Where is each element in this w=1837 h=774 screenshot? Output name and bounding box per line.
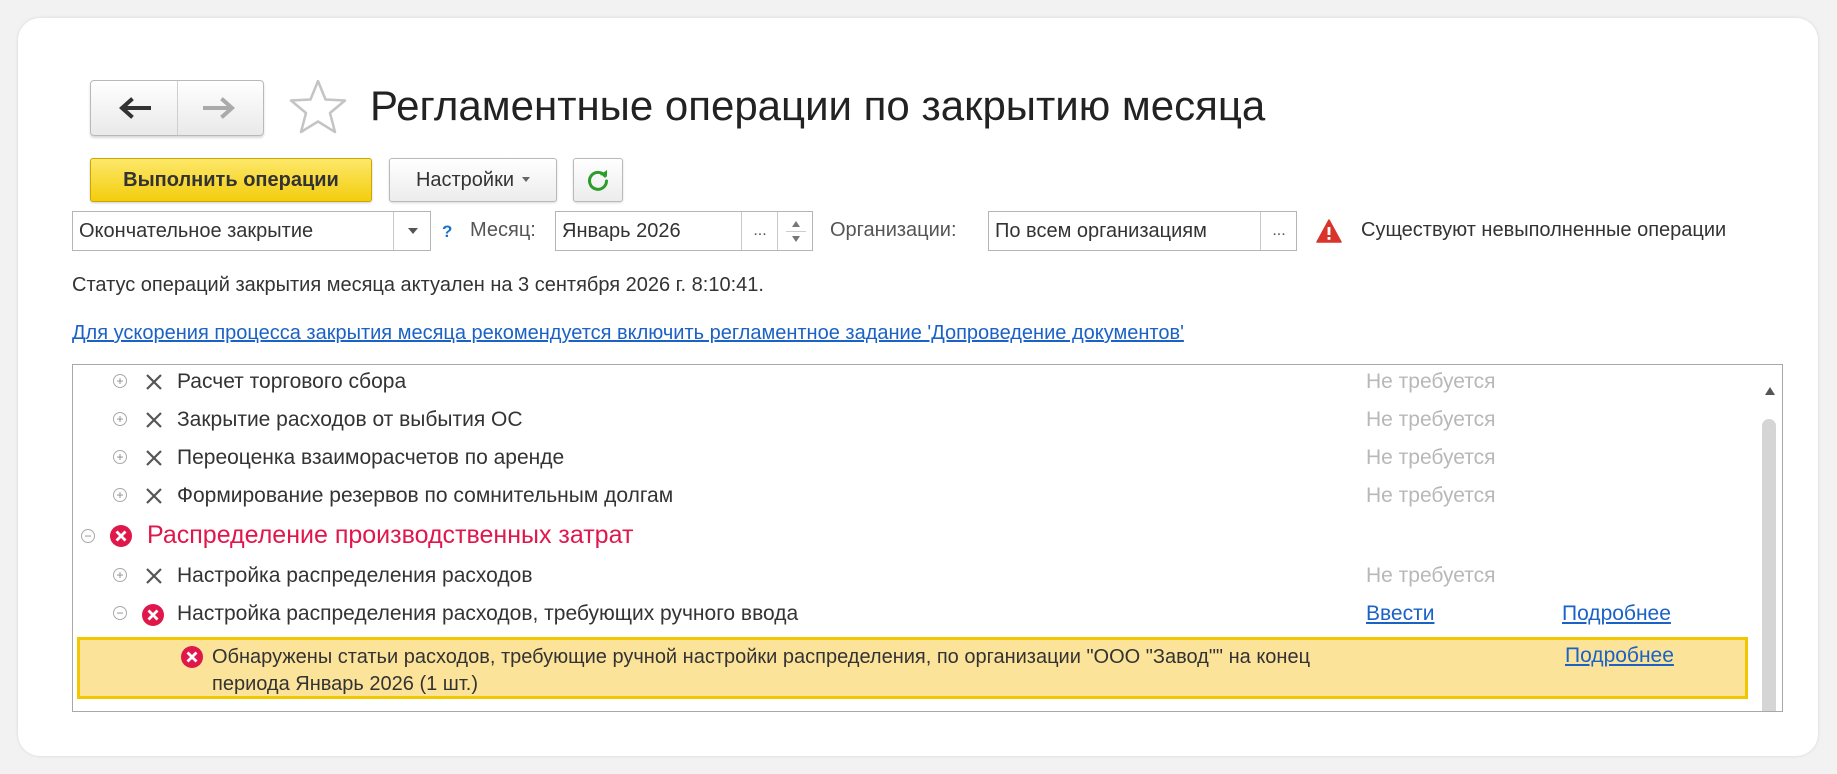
month-value: Январь 2026 <box>562 219 681 242</box>
operation-name: Расчет торгового сбора <box>177 370 407 393</box>
operations-tree[interactable]: + Расчет торгового сбора Не требуется + … <box>72 364 1783 712</box>
error-icon <box>110 525 132 547</box>
back-arrow-icon <box>118 97 151 119</box>
star-icon[interactable] <box>288 78 348 136</box>
expand-icon[interactable]: + <box>113 374 127 388</box>
stepper-divider <box>785 230 806 232</box>
enter-link[interactable]: Ввести <box>1366 602 1434 626</box>
closing-mode-select[interactable]: Окончательное закрытие <box>72 211 431 251</box>
operation-state: Не требуется <box>1366 484 1496 507</box>
operation-state: Не требуется <box>1366 564 1496 587</box>
operation-name: Настройка распределения расходов <box>177 564 533 587</box>
operation-name: Настройка распределения расходов, требую… <box>177 602 799 625</box>
operation-name: Закрытие расходов от выбытия ОС <box>177 408 523 431</box>
help-icon[interactable]: ? <box>442 222 452 242</box>
tree-row[interactable]: − Настройка распределения расходов, треб… <box>73 597 1753 635</box>
warning-icon <box>1316 219 1342 243</box>
collapse-icon[interactable]: − <box>113 606 127 620</box>
window: Регламентные операции по закрытию месяца… <box>18 18 1818 756</box>
details-link[interactable]: Подробнее <box>1565 644 1674 668</box>
chevron-down-icon <box>407 228 418 234</box>
group-title: Распределение производственных затрат <box>147 521 634 549</box>
closing-mode-dropdown-button[interactable] <box>393 212 431 250</box>
tree-row[interactable]: + Настройка распределения расходов Не тр… <box>73 559 1753 597</box>
settings-button[interactable]: Настройки <box>389 158 557 202</box>
tree-row[interactable]: + Переоценка взаиморасчетов по аренде Не… <box>73 441 1753 479</box>
collapse-icon[interactable]: − <box>81 529 95 543</box>
month-input[interactable]: Январь 2026 ... <box>555 211 813 251</box>
nav-buttons <box>90 80 264 136</box>
month-select-button[interactable]: ... <box>741 212 778 250</box>
scheduled-task-hint-link[interactable]: Для ускорения процесса закрытия месяца р… <box>72 322 1184 345</box>
operation-name: Переоценка взаиморасчетов по аренде <box>177 446 565 469</box>
operation-state: Не требуется <box>1366 408 1496 431</box>
expand-icon[interactable]: + <box>113 488 127 502</box>
month-label: Месяц: <box>470 219 536 241</box>
x-icon <box>146 488 162 504</box>
organizations-select-button[interactable]: ... <box>1260 212 1297 250</box>
organizations-value: По всем организациям <box>995 219 1207 242</box>
expand-icon[interactable]: + <box>113 568 127 582</box>
operation-state: Не требуется <box>1366 446 1496 469</box>
error-message-text: Обнаружены статьи расходов, требующие ру… <box>212 646 1311 695</box>
operation-state: Не требуется <box>1366 370 1496 393</box>
x-icon <box>146 412 162 428</box>
forward-button[interactable] <box>176 81 264 135</box>
tree-row[interactable]: + Закрытие расходов от выбытия ОС Не тре… <box>73 403 1753 441</box>
execute-operations-button[interactable]: Выполнить операции <box>90 158 372 202</box>
page-title: Регламентные операции по закрытию месяца <box>370 82 1266 129</box>
stepper-up-icon <box>791 220 800 227</box>
expand-icon[interactable]: + <box>113 450 127 464</box>
stepper-down-icon <box>791 235 800 242</box>
operation-name: Формирование резервов по сомнительным до… <box>177 484 674 507</box>
x-icon <box>146 568 162 584</box>
back-button[interactable] <box>91 81 177 135</box>
settings-button-label: Настройки <box>415 168 515 191</box>
tree-row[interactable]: + Формирование резервов по сомнительным … <box>73 479 1753 517</box>
refresh-button[interactable] <box>573 158 623 202</box>
details-link[interactable]: Подробнее <box>1562 602 1671 626</box>
dropdown-arrow-icon <box>522 177 531 182</box>
error-icon <box>181 646 203 668</box>
expand-icon[interactable]: + <box>113 412 127 426</box>
refresh-icon <box>588 170 608 191</box>
tree-group-row[interactable]: − Распределение производственных затрат <box>73 517 1753 557</box>
month-stepper[interactable] <box>777 212 813 250</box>
scroll-up-arrow-icon[interactable] <box>1765 387 1775 395</box>
unfinished-operations-warning: Существуют невыполненные операции <box>1361 219 1727 241</box>
organizations-label: Организации: <box>830 219 957 241</box>
vertical-scrollbar[interactable] <box>1758 365 1782 711</box>
error-message-row[interactable]: Обнаружены статьи расходов, требующие ру… <box>77 637 1748 699</box>
scrollbar-thumb[interactable] <box>1762 419 1776 711</box>
x-icon <box>146 374 162 390</box>
tree-row[interactable]: + Расчет торгового сбора Не требуется <box>73 365 1753 403</box>
closing-mode-value: Окончательное закрытие <box>79 219 314 242</box>
forward-arrow-icon <box>203 97 236 119</box>
x-icon <box>146 450 162 466</box>
error-icon <box>142 604 164 626</box>
organizations-input[interactable]: По всем организациям ... <box>988 211 1297 251</box>
status-text: Статус операций закрытия месяца актуален… <box>72 274 764 296</box>
